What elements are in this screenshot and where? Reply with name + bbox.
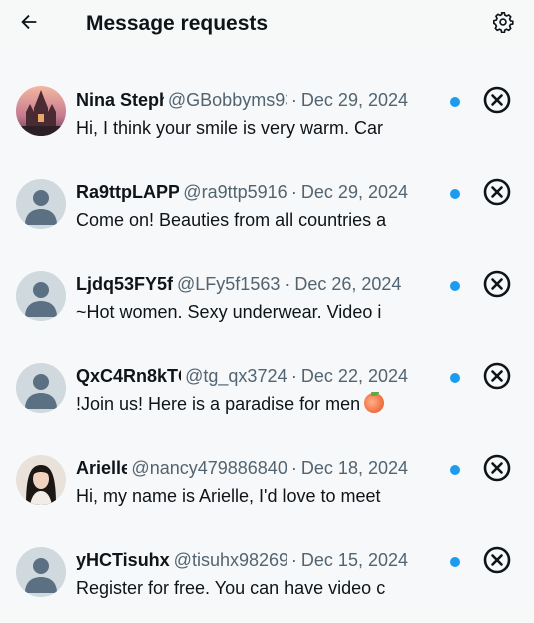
close-circle-icon — [483, 270, 511, 303]
list-item[interactable]: Ljdq53FY5f @LFy5f1563 · Dec 26, 2024 ~Ho… — [0, 238, 534, 330]
sender-name: Ljdq53FY5f — [76, 274, 174, 294]
unread-dot — [450, 189, 460, 199]
message-preview: Come on! Beauties from all countries a — [76, 210, 387, 230]
dismiss-request-button[interactable] — [481, 454, 513, 486]
sender-name: Arielle — [76, 458, 128, 478]
request-meta: yHCTisuhx9 @tisuhx982690 · Dec 15, 2024 — [76, 548, 408, 572]
page-title: Message requests — [86, 12, 269, 35]
request-date: Dec 18, 2024 — [300, 458, 408, 478]
request-meta: Ra9ttpLAPP @ra9ttp5916 · Dec 29, 2024 — [76, 180, 408, 204]
dismiss-request-button[interactable] — [481, 86, 513, 118]
list-item[interactable]: Arielle @nancy4798868402 · Dec 18, 2024 … — [0, 422, 534, 514]
message-preview: !Join us! Here is a paradise for men — [76, 392, 408, 416]
request-meta: QxC4Rn8kTG @tg_qx37246 · Dec 22, 2024 — [76, 364, 408, 388]
gear-icon — [492, 11, 514, 38]
dismiss-request-button[interactable] — [481, 178, 513, 210]
sender-handle: @GBobbyms93 — [167, 90, 287, 110]
request-date: Dec 26, 2024 — [294, 274, 402, 294]
unread-dot — [450, 97, 460, 107]
separator: · — [290, 550, 297, 570]
close-circle-icon — [483, 86, 511, 119]
separator: · — [290, 182, 297, 202]
request-date: Dec 22, 2024 — [300, 366, 408, 386]
avatar — [16, 547, 66, 597]
avatar — [16, 179, 66, 229]
sender-name: Nina Steph — [76, 90, 164, 110]
request-date: Dec 29, 2024 — [300, 182, 408, 202]
avatar — [16, 363, 66, 413]
message-request-list: Nina Steph @GBobbyms93 · Dec 29, 2024 Hi… — [0, 54, 534, 606]
list-item[interactable]: Ra9ttpLAPP @ra9ttp5916 · Dec 29, 2024 Co… — [0, 146, 534, 238]
close-circle-icon — [483, 178, 511, 211]
message-preview: Hi, I think your smile is very warm. Car — [76, 118, 384, 138]
request-info: QxC4Rn8kTG @tg_qx37246 · Dec 22, 2024 !J… — [76, 364, 408, 416]
request-meta: Arielle @nancy4798868402 · Dec 18, 2024 — [76, 456, 408, 480]
settings-button[interactable] — [487, 8, 519, 40]
close-circle-icon — [483, 362, 511, 395]
avatar — [16, 455, 66, 505]
request-meta: Ljdq53FY5f @LFy5f1563 · Dec 26, 2024 — [76, 272, 408, 296]
sender-handle: @tisuhx982690 — [173, 550, 287, 570]
request-meta: Nina Steph @GBobbyms93 · Dec 29, 2024 — [76, 88, 408, 112]
dismiss-request-button[interactable] — [481, 270, 513, 302]
separator: · — [290, 458, 297, 478]
unread-dot — [450, 557, 460, 567]
request-date: Dec 15, 2024 — [300, 550, 408, 570]
list-item[interactable]: QxC4Rn8kTG @tg_qx37246 · Dec 22, 2024 !J… — [0, 330, 534, 422]
peach-emoji-icon — [364, 392, 385, 413]
sender-name: QxC4Rn8kTG — [76, 366, 182, 386]
sender-name: Ra9ttpLAPP — [76, 182, 180, 202]
close-circle-icon — [483, 454, 511, 487]
message-preview: Register for free. You can have video c — [76, 578, 386, 598]
request-info: Ra9ttpLAPP @ra9ttp5916 · Dec 29, 2024 Co… — [76, 180, 408, 232]
sender-handle: @ra9ttp5916 — [183, 182, 287, 202]
sender-handle: @LFy5f1563 — [177, 274, 281, 294]
request-info: Arielle @nancy4798868402 · Dec 18, 2024 … — [76, 456, 408, 508]
list-item[interactable]: Nina Steph @GBobbyms93 · Dec 29, 2024 Hi… — [0, 54, 534, 146]
sender-handle: @nancy4798868402 — [131, 458, 287, 478]
separator: · — [290, 90, 297, 110]
dismiss-request-button[interactable] — [481, 362, 513, 394]
request-info: Nina Steph @GBobbyms93 · Dec 29, 2024 Hi… — [76, 88, 408, 140]
list-item[interactable]: yHCTisuhx9 @tisuhx982690 · Dec 15, 2024 … — [0, 514, 534, 606]
request-info: yHCTisuhx9 @tisuhx982690 · Dec 15, 2024 … — [76, 548, 408, 600]
back-button[interactable] — [13, 8, 45, 40]
request-info: Ljdq53FY5f @LFy5f1563 · Dec 26, 2024 ~Ho… — [76, 272, 408, 324]
separator: · — [284, 274, 291, 294]
separator: · — [290, 366, 297, 386]
sender-handle: @tg_qx37246 — [185, 366, 287, 386]
avatar — [16, 271, 66, 321]
sender-name: yHCTisuhx9 — [76, 550, 170, 570]
message-preview: ~Hot women. Sexy underwear. Video i — [76, 302, 382, 322]
arrow-left-icon — [18, 11, 40, 38]
close-circle-icon — [483, 546, 511, 579]
unread-dot — [450, 465, 460, 475]
unread-dot — [450, 281, 460, 291]
request-date: Dec 29, 2024 — [300, 90, 408, 110]
unread-dot — [450, 373, 460, 383]
message-preview: Hi, my name is Arielle, I'd love to meet — [76, 486, 381, 506]
header: Message requests — [0, 0, 534, 48]
avatar — [16, 86, 66, 136]
dismiss-request-button[interactable] — [481, 546, 513, 578]
message-preview-text: !Join us! Here is a paradise for men — [76, 394, 361, 414]
